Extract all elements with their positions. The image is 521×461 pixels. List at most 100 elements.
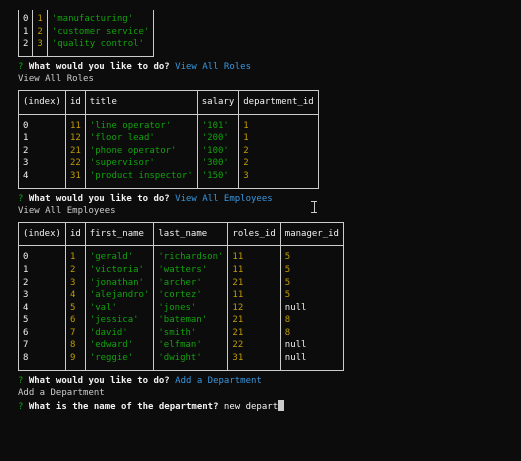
table-cell: 11 (227, 263, 281, 277)
column-header: id (64, 221, 86, 247)
table-cell: 'gerald' (84, 245, 155, 264)
column-header: (index) (18, 221, 66, 247)
table-cell: null (279, 301, 344, 315)
table-cell: 0 (18, 114, 66, 133)
terminal-output[interactable]: 0 1'manufacturing' 1 2'customer service' 2 3 '… (17, 10, 518, 413)
table-cell: 0 (18, 245, 66, 264)
column-header: last_name (153, 221, 229, 247)
table-cell: '150' (196, 169, 240, 189)
table-cell: 'smith' (153, 326, 229, 340)
table-cell: '300' (196, 157, 240, 170)
table-cell: 21 (227, 276, 281, 290)
departments-table: 0 1'manufacturing' 1 2'customer service' 2 3 '… (17, 10, 155, 57)
table-row: 1 12'floor lead' '200' 1 (18, 132, 319, 145)
echo-line-3: Add a Department (18, 388, 105, 399)
table-cell: 'elfman' (153, 339, 229, 353)
table-row: 0 11'line operator' '101' 1 (18, 114, 319, 133)
table-cell: 'jones' (153, 301, 229, 315)
table-cell: 4 (18, 301, 66, 315)
table-cell: 1 (18, 132, 66, 145)
table-cell: 4 (18, 169, 66, 189)
table-cell: 0 (17, 10, 34, 26)
table-row: 2 3'jonathan''archer' 21 5 (18, 276, 344, 290)
table-cell: 2 (238, 157, 319, 170)
table-cell: 3 (238, 169, 319, 189)
table-cell: 5 (64, 301, 86, 315)
column-header: first_name (84, 221, 155, 247)
table-cell: 1 (32, 10, 48, 26)
table-cell: 'jonathan' (84, 276, 155, 290)
table-cell: 'supervisor' (84, 157, 198, 170)
table-cell: 'quality control' (46, 38, 155, 57)
table-row: 4 31'product inspector' '150' 3 (18, 169, 319, 189)
table-row: 2 3'quality control' (17, 38, 155, 57)
table-cell: 4 (64, 289, 86, 302)
table-cell: 'richardson' (153, 245, 229, 264)
table-cell: 12 (64, 132, 86, 145)
table-row: 6 7'david''smith' 21 8 (18, 326, 344, 340)
question-mark-icon: ? (18, 61, 24, 72)
table-cell: 21 (227, 314, 281, 327)
table-cell: 22 (64, 157, 86, 170)
table-cell: 2 (17, 38, 34, 57)
table-cell: 'david' (84, 326, 155, 340)
table-cell: 3 (18, 289, 66, 302)
column-header: manager_id (279, 221, 344, 247)
question-mark-icon: ? (18, 401, 24, 412)
column-header: title (84, 89, 198, 115)
table-cell: 'jessica' (84, 314, 155, 327)
table-cell: 2 (64, 263, 86, 277)
column-header: id (64, 89, 86, 115)
table-cell: 8 (64, 339, 86, 353)
text-cursor (278, 399, 285, 411)
table-cell: 5 (279, 289, 344, 302)
table-cell: 'dwight' (153, 352, 229, 371)
prompt-question: What would you like to do? (28, 61, 170, 72)
employees-table: (index) id first_name last_name roles_id mana… (18, 221, 344, 371)
column-header: salary (196, 89, 240, 115)
table-row: 1 2'victoria''watters' 11 5 (18, 263, 344, 277)
table-row: 5 6'jessica''bateman' 21 8 (18, 314, 344, 327)
prompt-line-2: ? What would you like to do? View All Em… (18, 193, 518, 206)
table-row: 8 9'reggie''dwight' 31 null (18, 352, 344, 371)
table-cell: 'product inspector' (84, 169, 198, 189)
table-cell: 21 (64, 144, 86, 158)
table-row: 3 22'supervisor' '300' 2 (18, 157, 319, 170)
prompt-line-1: ? What would you like to do? View All Ro… (18, 61, 518, 74)
table-cell: 'bateman' (153, 314, 229, 327)
table-row: 7 8'edward''elfman' 22 null (18, 339, 344, 353)
table-cell: null (279, 352, 344, 371)
table-cell: 'victoria' (84, 263, 155, 277)
table-cell: 2 (238, 144, 319, 158)
prompt-question: What is the name of the department? (28, 401, 219, 412)
table-cell: 11 (227, 245, 281, 264)
department-name-input[interactable]: new depart (224, 402, 278, 412)
table-row: 2 21'phone operator' '100' 2 (18, 144, 319, 158)
question-mark-icon: ? (18, 193, 24, 204)
roles-table: (index) id title salary department_id 0 11'li… (18, 89, 319, 189)
table-cell: 5 (279, 245, 344, 264)
table-cell: 31 (64, 169, 86, 189)
prompt-question: What would you like to do? (28, 375, 170, 386)
table-cell: 'edward' (84, 339, 155, 353)
table-cell: 11 (64, 114, 86, 133)
table-cell: 'archer' (153, 276, 229, 290)
column-header: (index) (18, 89, 66, 115)
table-cell: 'line operator' (84, 114, 198, 133)
prompt-line-3: ? What would you like to do? Add a Depar… (18, 375, 518, 388)
table-cell: 8 (279, 326, 344, 340)
table-cell: 7 (64, 326, 86, 340)
question-mark-icon: ? (18, 375, 24, 386)
echo-line-2: View All Employees (18, 206, 116, 217)
table-cell: 'alejandro' (84, 289, 155, 302)
table-cell: 1 (18, 263, 66, 277)
table-cell: 2 (18, 276, 66, 290)
table-row: 0 1'manufacturing' (17, 10, 155, 26)
table-cell: 'watters' (153, 263, 229, 277)
table-cell: 1 (64, 245, 86, 264)
echo-line-1: View All Roles (18, 74, 94, 85)
prompt-line-4[interactable]: ? What is the name of the department? ne… (18, 399, 518, 413)
table-cell: 'reggie' (84, 352, 155, 371)
table-cell: 6 (18, 326, 66, 340)
table-cell: 8 (18, 352, 66, 371)
